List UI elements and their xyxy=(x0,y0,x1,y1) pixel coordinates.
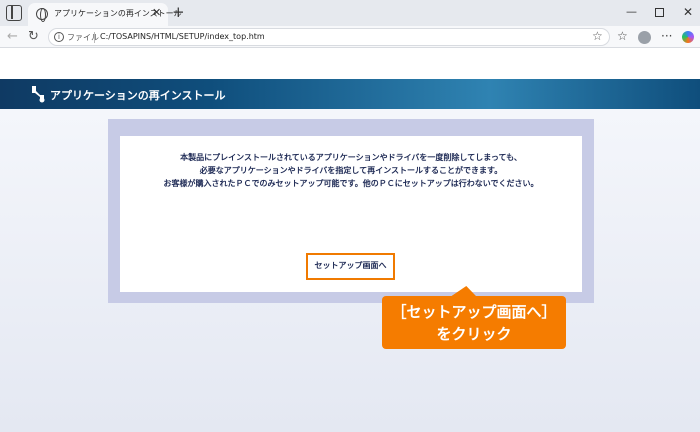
minimize-icon[interactable]: — xyxy=(626,4,637,20)
browser-tab[interactable]: アプリケーションの再インストール ✕ xyxy=(28,3,182,26)
star-icon[interactable]: ☆ xyxy=(592,29,603,43)
url-field[interactable]: i ファイル C:/TOSAPINS/HTML/SETUP/index_top.… xyxy=(48,28,610,46)
callout-line-1: ［セットアップ画面へ］ xyxy=(391,303,557,321)
setup-screen-button[interactable]: セットアップ画面へ xyxy=(306,253,395,280)
callout-line-2: をクリック xyxy=(436,325,512,343)
globe-icon xyxy=(36,8,48,22)
url-separator xyxy=(94,32,95,43)
favorites-icon[interactable]: ☆ xyxy=(617,28,628,45)
wrench-icon xyxy=(32,86,45,103)
message-line: 本製品にプレインストールされているアプリケーションやドライバを一度削除してしまっ… xyxy=(180,153,522,162)
window-close-icon[interactable]: ✕ xyxy=(683,4,693,20)
copilot-icon[interactable] xyxy=(682,31,694,43)
back-icon[interactable]: ← xyxy=(7,28,18,45)
tab-bar: アプリケーションの再インストール ✕ + — ✕ xyxy=(0,0,700,26)
message-line: 必要なアプリケーションやドライバを指定して再インストールすることができます。 xyxy=(199,166,503,175)
info-icon[interactable]: i xyxy=(54,32,64,42)
tab-title: アプリケーションの再インストール xyxy=(54,9,182,18)
instruction-callout: ［セットアップ画面へ］ をクリック xyxy=(382,296,566,349)
reload-icon[interactable]: ↻ xyxy=(28,28,39,45)
description-text: 本製品にプレインストールされているアプリケーションやドライバを一度削除してしまっ… xyxy=(120,151,582,190)
page-title: アプリケーションの再インストール xyxy=(50,89,226,102)
message-line: お客様が購入されたＰＣでのみセットアップ可能です。他のＰＣにセットアップは行わな… xyxy=(163,179,539,188)
page-header: アプリケーションの再インストール xyxy=(0,79,700,109)
close-tab-icon[interactable]: ✕ xyxy=(152,6,161,19)
maximize-icon[interactable] xyxy=(655,8,664,17)
url-text[interactable]: C:/TOSAPINS/HTML/SETUP/index_top.htm xyxy=(100,32,265,41)
address-bar: ← ↻ i ファイル C:/TOSAPINS/HTML/SETUP/index_… xyxy=(0,26,700,48)
more-icon[interactable]: ··· xyxy=(661,28,672,45)
new-tab-icon[interactable]: + xyxy=(172,3,185,21)
sidebar-icon[interactable] xyxy=(6,5,22,21)
profile-icon[interactable] xyxy=(638,31,651,44)
content-box: 本製品にプレインストールされているアプリケーションやドライバを一度削除してしまっ… xyxy=(120,136,582,292)
